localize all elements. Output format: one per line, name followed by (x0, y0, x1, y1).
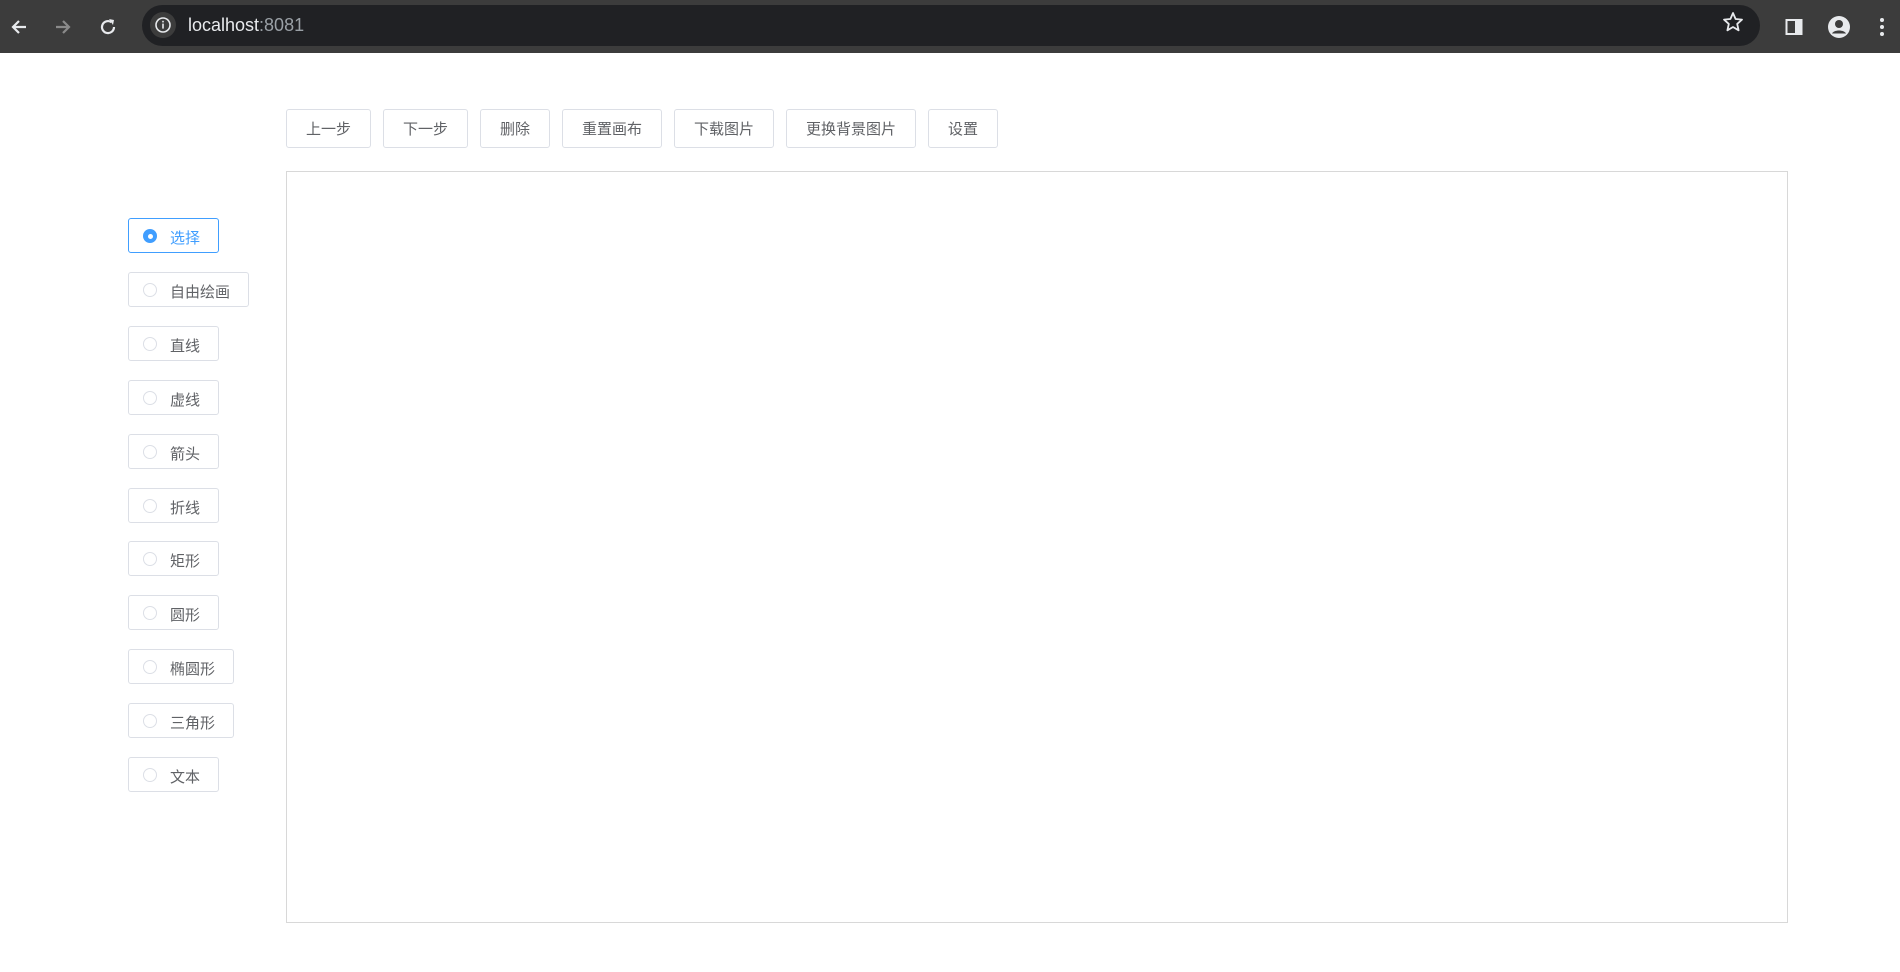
radio-unchecked-icon (143, 283, 157, 297)
side-panel-icon (1785, 19, 1803, 35)
radio-unchecked-icon (143, 660, 157, 674)
tool-select[interactable]: 选择 (128, 218, 219, 253)
url-text: localhost:8081 (188, 15, 304, 36)
change-background-button[interactable]: 更换背景图片 (786, 109, 916, 148)
radio-unchecked-icon (143, 714, 157, 728)
browser-menu-button[interactable] (1870, 12, 1894, 42)
radio-unchecked-icon (143, 337, 157, 351)
side-panel-button[interactable] (1779, 12, 1809, 42)
reload-icon (100, 19, 116, 35)
radio-unchecked-icon (143, 391, 157, 405)
tool-label: 椭圆形 (170, 660, 216, 678)
tool-label: 箭头 (170, 445, 201, 463)
tool-label: 文本 (170, 768, 201, 786)
tool-polyline[interactable]: 折线 (128, 488, 219, 523)
tool-label: 虚线 (170, 391, 201, 409)
tool-label: 选择 (170, 229, 201, 247)
url-port: :8081 (259, 15, 305, 35)
url-host: localhost (188, 15, 260, 35)
tool-label: 折线 (170, 499, 201, 517)
bookmark-button[interactable] (1722, 11, 1744, 39)
back-button[interactable] (2, 10, 36, 44)
tool-text[interactable]: 文本 (128, 757, 219, 792)
profile-button[interactable] (1824, 12, 1854, 42)
reload-button[interactable] (91, 10, 125, 44)
radio-unchecked-icon (143, 499, 157, 513)
reset-canvas-button[interactable]: 重置画布 (562, 109, 662, 148)
radio-unchecked-icon (143, 445, 157, 459)
back-arrow-icon (11, 20, 26, 34)
star-icon (1723, 12, 1743, 32)
undo-button[interactable]: 上一步 (286, 109, 371, 148)
download-image-button[interactable]: 下载图片 (674, 109, 774, 148)
tool-line[interactable]: 直线 (128, 326, 219, 361)
tool-label: 圆形 (170, 606, 201, 624)
site-info-button[interactable] (150, 12, 176, 38)
delete-button[interactable]: 删除 (480, 109, 550, 148)
forward-arrow-icon (56, 20, 71, 34)
settings-button[interactable]: 设置 (928, 109, 998, 148)
tool-rectangle[interactable]: 矩形 (128, 541, 219, 576)
drawing-canvas[interactable] (286, 171, 1788, 923)
forward-button[interactable] (46, 10, 80, 44)
tool-triangle[interactable]: 三角形 (128, 703, 234, 738)
profile-icon (1828, 16, 1850, 38)
tool-dashed-line[interactable]: 虚线 (128, 380, 219, 415)
radio-unchecked-icon (143, 552, 157, 566)
tool-freehand[interactable]: 自由绘画 (128, 272, 249, 307)
radio-checked-icon (143, 229, 157, 243)
radio-unchecked-icon (143, 768, 157, 782)
tool-label: 三角形 (170, 714, 216, 732)
address-bar[interactable]: localhost:8081 (142, 5, 1760, 46)
radio-unchecked-icon (143, 606, 157, 620)
browser-toolbar: localhost:8081 (0, 0, 1900, 53)
tool-arrow[interactable]: 箭头 (128, 434, 219, 469)
tool-label: 矩形 (170, 552, 201, 570)
info-icon (155, 17, 171, 33)
redo-button[interactable]: 下一步 (383, 109, 468, 148)
tool-circle[interactable]: 圆形 (128, 595, 219, 630)
tool-label: 直线 (170, 337, 201, 355)
tool-label: 自由绘画 (170, 283, 231, 301)
kebab-menu-icon (1880, 18, 1884, 36)
tool-ellipse[interactable]: 椭圆形 (128, 649, 234, 684)
